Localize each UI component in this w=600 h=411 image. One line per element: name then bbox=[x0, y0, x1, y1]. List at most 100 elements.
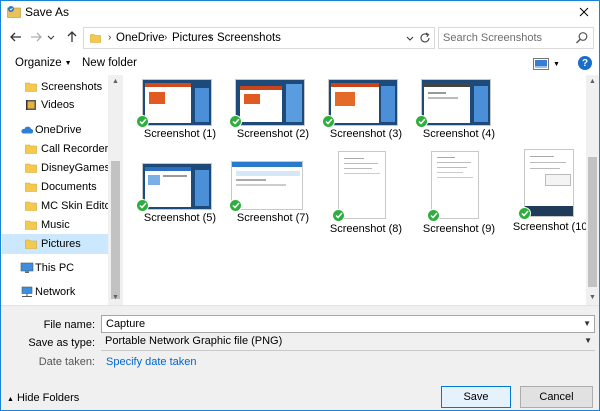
help-button[interactable]: ? bbox=[578, 56, 592, 70]
sidebar-item-call-recorder[interactable]: Call Recorder bbox=[2, 140, 123, 159]
scroll-up-arrow-icon[interactable]: ▲ bbox=[111, 78, 120, 86]
file-item[interactable]: Screenshot (4) bbox=[413, 79, 505, 149]
folder-icon bbox=[25, 163, 37, 173]
chevron-down-icon bbox=[406, 36, 414, 41]
sidebar-item-label: DisneyGames bbox=[41, 162, 111, 174]
view-options-icon bbox=[533, 58, 549, 70]
sidebar-item-label: MC Skin Editor bbox=[41, 200, 115, 212]
sidebar-item-pictures[interactable]: Pictures bbox=[2, 234, 123, 254]
arrow-right-icon bbox=[31, 32, 42, 42]
breadcrumb-separator: › bbox=[209, 32, 213, 43]
breadcrumb-separator: › bbox=[108, 32, 112, 43]
dialog-title: Save As bbox=[25, 5, 70, 19]
chevron-down-icon[interactable]: ▼ bbox=[583, 319, 591, 328]
sidebar-item-this-pc[interactable]: This PC bbox=[2, 259, 123, 278]
sidebar-item-label: OneDrive bbox=[35, 124, 82, 136]
sidebar-item-music[interactable]: Music bbox=[2, 216, 123, 235]
close-button[interactable] bbox=[569, 1, 599, 23]
chevron-down-icon bbox=[47, 35, 55, 40]
specify-date-taken-link[interactable]: Specify date taken bbox=[106, 356, 197, 368]
network-icon bbox=[21, 286, 33, 297]
up-button[interactable] bbox=[63, 28, 81, 46]
file-name-label: File name: bbox=[43, 319, 95, 331]
recent-locations-button[interactable] bbox=[45, 28, 57, 46]
file-name: Screenshot (3) bbox=[329, 128, 403, 140]
breadcrumb-pictures[interactable]: Pictures bbox=[172, 32, 214, 44]
address-bar[interactable]: › OneDrive › Pictures › Screenshots bbox=[83, 27, 435, 49]
search-icon bbox=[576, 32, 588, 44]
sync-status-icon bbox=[332, 209, 345, 222]
file-thumbnail bbox=[142, 79, 212, 126]
file-item[interactable]: Screenshot (3) bbox=[320, 79, 412, 149]
file-item[interactable]: Screenshot (10) bbox=[506, 149, 586, 235]
save-button[interactable]: Save bbox=[441, 386, 511, 408]
sidebar-item-screenshots[interactable]: Screenshots bbox=[2, 78, 123, 97]
hide-folders-label: Hide Folders bbox=[16, 392, 80, 404]
arrow-left-icon bbox=[10, 32, 21, 42]
scrollbar-thumb[interactable] bbox=[588, 157, 597, 287]
sidebar-item-label: This PC bbox=[35, 262, 75, 274]
file-thumbnail bbox=[231, 161, 303, 210]
file-name: Screenshot (4) bbox=[422, 128, 496, 140]
organize-label: Organize bbox=[15, 57, 62, 69]
file-thumbnail bbox=[431, 151, 479, 219]
scrollbar-thumb[interactable] bbox=[111, 161, 120, 299]
save-form: File name: Capture ▼ Save as type: Porta… bbox=[1, 305, 599, 410]
address-row: › OneDrive › Pictures › Screenshots bbox=[1, 25, 599, 51]
breadcrumb-screenshots[interactable]: Screenshots bbox=[217, 32, 281, 44]
hide-folders-button[interactable]: ▲ Hide Folders bbox=[7, 392, 79, 404]
file-name: Screenshot (8) bbox=[329, 223, 403, 235]
sidebar-item-mc-skin-editor[interactable]: MC Skin Editor bbox=[2, 197, 123, 216]
file-item[interactable]: Screenshot (2) bbox=[227, 79, 319, 149]
navigation-pane: Screenshots Videos OneDrive Call Recorde… bbox=[2, 75, 123, 305]
sidebar-item-label: Call Recorder bbox=[41, 143, 109, 155]
sync-status-icon bbox=[415, 115, 428, 128]
sidebar-item-network[interactable]: Network bbox=[2, 283, 123, 302]
refresh-button[interactable] bbox=[418, 31, 432, 45]
chevron-down-icon: ▼ bbox=[584, 336, 592, 345]
file-list-scrollbar[interactable]: ▲ ▼ bbox=[586, 75, 599, 305]
file-name-field[interactable]: Capture ▼ bbox=[101, 315, 595, 333]
folder-icon bbox=[25, 220, 37, 230]
change-view-button[interactable]: ▼ bbox=[533, 56, 561, 72]
file-item[interactable]: Screenshot (7) bbox=[227, 161, 319, 231]
file-name-value: Capture bbox=[106, 318, 146, 330]
folder-icon bbox=[25, 144, 37, 154]
save-as-type-label: Save as type: bbox=[28, 337, 95, 349]
sidebar-item-disneygames[interactable]: DisneyGames bbox=[2, 159, 123, 178]
title-bar: Save As bbox=[1, 1, 599, 23]
breadcrumb-separator: › bbox=[164, 32, 168, 43]
sidebar-item-onedrive[interactable]: OneDrive bbox=[2, 121, 123, 140]
file-thumbnail bbox=[328, 79, 398, 126]
file-item[interactable]: Screenshot (9) bbox=[413, 151, 505, 237]
file-thumbnail bbox=[524, 149, 574, 217]
new-folder-button[interactable]: New folder bbox=[82, 57, 137, 69]
file-name: Screenshot (9) bbox=[422, 223, 496, 235]
sync-status-icon bbox=[136, 199, 149, 212]
search-box[interactable] bbox=[438, 27, 594, 49]
search-input[interactable] bbox=[443, 31, 573, 45]
file-item[interactable]: Screenshot (1) bbox=[134, 79, 226, 149]
file-name: Screenshot (5) bbox=[143, 212, 217, 224]
scroll-down-arrow-icon[interactable]: ▼ bbox=[588, 294, 597, 302]
breadcrumb-onedrive[interactable]: OneDrive bbox=[116, 32, 165, 44]
save-as-type-select[interactable]: Portable Network Graphic file (PNG) ▼ bbox=[101, 333, 595, 351]
address-history-button[interactable] bbox=[404, 32, 416, 44]
scroll-up-arrow-icon[interactable]: ▲ bbox=[588, 78, 597, 86]
sync-status-icon bbox=[322, 115, 335, 128]
forward-button[interactable] bbox=[27, 28, 45, 46]
folder-icon bbox=[25, 239, 37, 249]
folder-icon bbox=[25, 82, 37, 92]
computer-icon bbox=[20, 262, 34, 273]
sidebar-item-documents[interactable]: Documents bbox=[2, 178, 123, 197]
file-item[interactable]: Screenshot (8) bbox=[320, 151, 412, 237]
sidebar-item-label: Music bbox=[41, 219, 70, 231]
file-item[interactable]: Screenshot (5) bbox=[134, 161, 226, 231]
sidebar-item-videos[interactable]: Videos bbox=[2, 96, 123, 115]
back-button[interactable] bbox=[7, 28, 25, 46]
cancel-button[interactable]: Cancel bbox=[520, 386, 593, 408]
organize-menu[interactable]: Organize ▼ bbox=[15, 57, 72, 69]
navigation-pane-scrollbar[interactable]: ▲ ▼ bbox=[108, 75, 123, 305]
folder-icon bbox=[25, 201, 37, 211]
scroll-down-arrow-icon[interactable]: ▼ bbox=[111, 294, 120, 302]
